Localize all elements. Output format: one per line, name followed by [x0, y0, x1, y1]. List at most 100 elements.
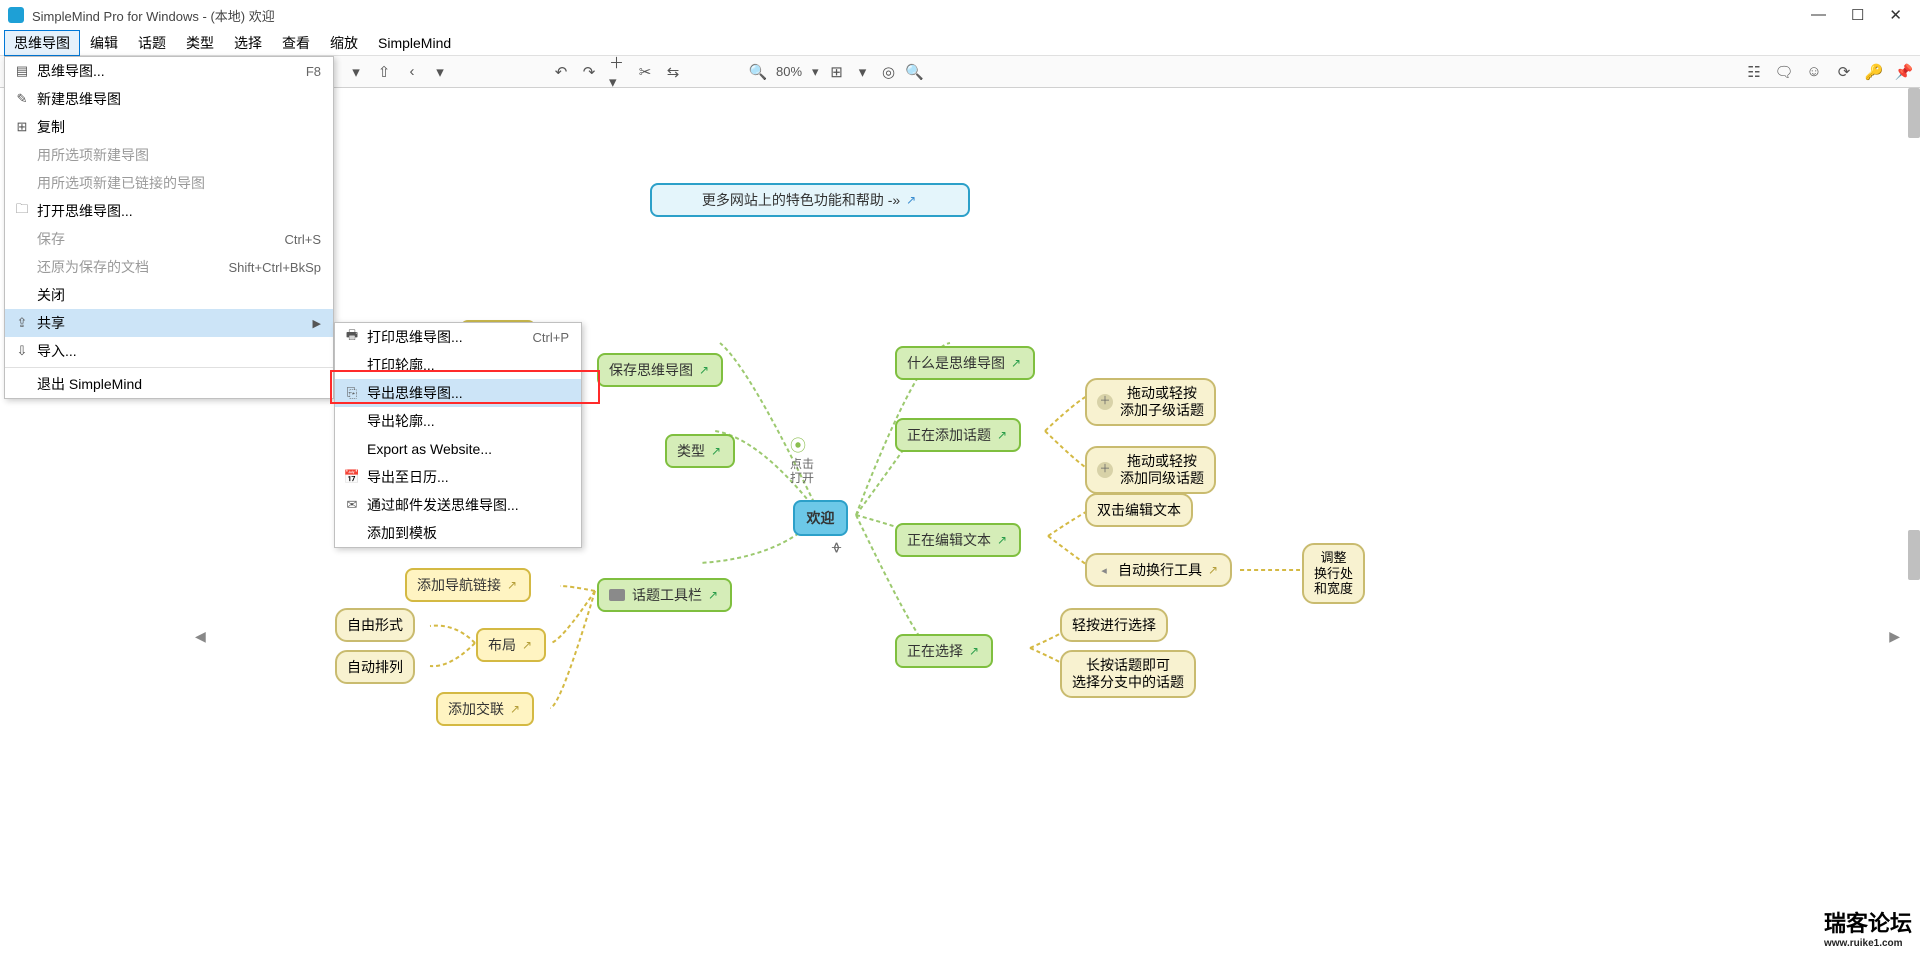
- node-layout[interactable]: 布局 ↗: [476, 628, 546, 662]
- node-add-nav[interactable]: 添加导航链接 ↗: [405, 568, 531, 602]
- node-drag-child[interactable]: ＋ 拖动或轻按 添加子级话题: [1085, 378, 1216, 426]
- key-icon[interactable]: 🔑: [1866, 64, 1882, 80]
- node-welcome-handle: ᚖ: [832, 540, 841, 554]
- menu-item-copy[interactable]: ⊞复制: [5, 113, 333, 141]
- submenu-item-send-email[interactable]: ✉通过邮件发送思维导图...: [335, 491, 581, 519]
- menu-view[interactable]: 查看: [272, 30, 320, 56]
- node-adding-topic[interactable]: 正在添加话题 ↗: [895, 418, 1021, 452]
- refresh-icon[interactable]: ⟳: [1836, 64, 1852, 80]
- node-editing-text[interactable]: 正在编辑文本 ↗: [895, 523, 1021, 557]
- vertical-scrollbar-bottom[interactable]: [1908, 530, 1920, 580]
- menu-simplemind[interactable]: SimpleMind: [368, 32, 461, 54]
- chevron-left-icon[interactable]: ‹: [404, 64, 420, 80]
- node-adjust[interactable]: 调整 换行处 和宽度: [1302, 543, 1365, 604]
- submenu-item-print[interactable]: 🖶打印思维导图...Ctrl+P: [335, 323, 581, 351]
- node-dblclick-edit[interactable]: 双击编辑文本: [1085, 493, 1193, 527]
- titlebar: SimpleMind Pro for Windows - (本地) 欢迎 — ☐…: [0, 0, 1920, 30]
- zoom-level[interactable]: 80%: [776, 64, 802, 79]
- node-save-map[interactable]: 保存思维导图 ↗: [597, 353, 723, 387]
- node-tap-select-label: 轻按进行选择: [1072, 615, 1156, 635]
- node-what-is[interactable]: 什么是思维导图 ↗: [895, 346, 1035, 380]
- chevron-right-icon: ▶: [313, 317, 321, 330]
- add-icon[interactable]: ＋▾: [609, 64, 625, 80]
- node-topic-toolbar[interactable]: 话题工具栏 ↗: [597, 578, 732, 612]
- link-icon: ↗: [1206, 563, 1220, 577]
- mindmap-menu: ▤思维导图...F8 ✎新建思维导图 ⊞复制 用所选项新建导图 用所选项新建已链…: [4, 56, 334, 399]
- menu-topic[interactable]: 话题: [128, 30, 176, 56]
- plus-icon: ＋: [1097, 394, 1113, 410]
- menu-item-import[interactable]: ⇩导入...: [5, 337, 333, 365]
- calendar-icon: 📅: [341, 469, 363, 485]
- share-icon: ⇪: [11, 315, 33, 331]
- menu-item-new-linked: 用所选项新建已链接的导图: [5, 169, 333, 197]
- menu-type[interactable]: 类型: [176, 30, 224, 56]
- menu-item-revert: 还原为保存的文档Shift+Ctrl+BkSp: [5, 253, 333, 281]
- menu-item-mindmaps[interactable]: ▤思维导图...F8: [5, 57, 333, 85]
- menu-mindmap[interactable]: 思维导图: [4, 30, 80, 56]
- minimize-button[interactable]: —: [1811, 6, 1826, 24]
- link-icon: ↗: [995, 533, 1009, 547]
- submenu-item-export-website[interactable]: Export as Website...: [335, 435, 581, 463]
- maximize-button[interactable]: ☐: [1851, 6, 1864, 24]
- menu-edit[interactable]: 编辑: [80, 30, 128, 56]
- node-auto-arrange[interactable]: 自动排列: [335, 650, 415, 684]
- share-icon[interactable]: ⇧: [376, 64, 392, 80]
- submenu-item-export-calendar[interactable]: 📅导出至日历...: [335, 463, 581, 491]
- fit-icon[interactable]: ⊞: [829, 64, 845, 80]
- node-tap-select[interactable]: 轻按进行选择: [1060, 608, 1168, 642]
- node-drag-child-label: 拖动或轻按 添加子级话题: [1120, 385, 1204, 419]
- submenu-item-add-template[interactable]: 添加到模板: [335, 519, 581, 547]
- menu-item-new[interactable]: ✎新建思维导图: [5, 85, 333, 113]
- node-freeform[interactable]: 自由形式: [335, 608, 415, 642]
- comment-icon[interactable]: 🗨: [1776, 64, 1792, 80]
- node-longpress[interactable]: 长按话题即可 选择分支中的话题: [1060, 650, 1196, 698]
- zoom-dropdown-icon[interactable]: ▾: [812, 64, 819, 80]
- node-type[interactable]: 类型 ↗: [665, 434, 735, 468]
- emoji-icon[interactable]: ☺: [1806, 64, 1822, 80]
- node-drag-sibling[interactable]: ＋ 拖动或轻按 添加同级话题: [1085, 446, 1216, 494]
- copy-icon: ⊞: [11, 119, 33, 135]
- menu-separator: [5, 367, 333, 368]
- menu-item-share[interactable]: ⇪共享▶: [5, 309, 333, 337]
- node-add-crosslink[interactable]: 添加交联 ↗: [436, 692, 534, 726]
- node-drag-sibling-label: 拖动或轻按 添加同级话题: [1120, 453, 1204, 487]
- submenu-item-print-outline[interactable]: 打印轮廓...: [335, 351, 581, 379]
- vertical-scrollbar[interactable]: [1908, 88, 1920, 138]
- node-banner[interactable]: 更多网站上的特色功能和帮助 -» ↗: [650, 183, 970, 217]
- swap-icon[interactable]: ⇆: [665, 64, 681, 80]
- node-auto-wrap[interactable]: ◂ 自动换行工具 ↗: [1085, 553, 1232, 587]
- link-icon: ↗: [995, 428, 1009, 442]
- menu-item-close[interactable]: 关闭: [5, 281, 333, 309]
- arrow-icon: ◂: [1097, 563, 1111, 577]
- menu-item-exit[interactable]: 退出 SimpleMind: [5, 370, 333, 398]
- dropdown2-icon[interactable]: ▾: [432, 64, 448, 80]
- menu-item-open[interactable]: 🗀打开思维导图...: [5, 197, 333, 225]
- close-button[interactable]: ✕: [1889, 6, 1902, 24]
- zoom-out-icon[interactable]: 🔍: [750, 64, 766, 80]
- menu-select[interactable]: 选择: [224, 30, 272, 56]
- node-welcome[interactable]: 欢迎: [793, 500, 848, 536]
- node-selecting-label: 正在选择: [907, 641, 963, 661]
- node-add-nav-label: 添加导航链接: [417, 575, 501, 595]
- node-selecting[interactable]: 正在选择 ↗: [895, 634, 993, 668]
- scroll-right-icon[interactable]: ▶: [1889, 628, 1900, 645]
- scroll-left-icon[interactable]: ◀: [195, 628, 206, 645]
- submenu-item-export-outline[interactable]: 导出轮廓...: [335, 407, 581, 435]
- menu-zoom[interactable]: 缩放: [320, 30, 368, 56]
- cut-icon[interactable]: ✂: [637, 64, 653, 80]
- import-icon: ⇩: [11, 343, 33, 359]
- dropdown-icon[interactable]: ▾: [348, 64, 364, 80]
- target-icon[interactable]: ◎: [881, 64, 897, 80]
- click-icon: ⦿: [790, 438, 806, 455]
- panel-icon[interactable]: ☷: [1746, 64, 1762, 80]
- pin-icon[interactable]: 📌: [1896, 64, 1912, 80]
- node-banner-label: 更多网站上的特色功能和帮助 -»: [702, 190, 900, 210]
- search-icon[interactable]: 🔍: [907, 64, 923, 80]
- node-save-map-label: 保存思维导图: [609, 360, 693, 380]
- app-icon: [8, 7, 24, 23]
- fit-dropdown-icon[interactable]: ▾: [855, 64, 871, 80]
- menu-item-save: 保存Ctrl+S: [5, 225, 333, 253]
- redo-icon[interactable]: ↷: [581, 64, 597, 80]
- undo-icon[interactable]: ↶: [553, 64, 569, 80]
- submenu-item-export[interactable]: ⎘导出思维导图...: [335, 379, 581, 407]
